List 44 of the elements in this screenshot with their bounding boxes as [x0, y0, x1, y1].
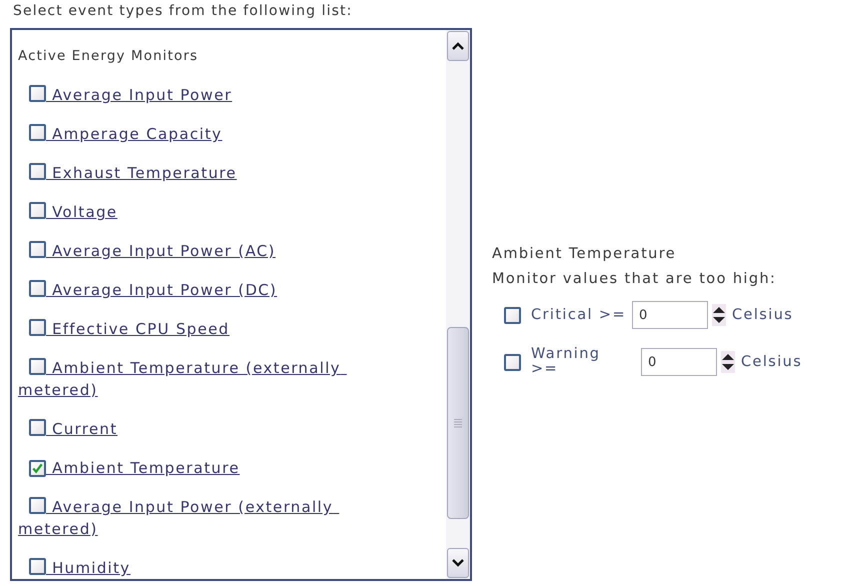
threshold-input[interactable]: 0	[632, 301, 708, 329]
caret-down-icon	[452, 559, 464, 567]
event-type-link[interactable]: Effective CPU Speed	[18, 318, 406, 340]
checkbox[interactable]	[29, 202, 46, 219]
event-type-link[interactable]: Average Input Power (AC)	[18, 240, 406, 262]
event-type-link[interactable]: Ambient Temperature	[18, 457, 406, 479]
scroll-up-button[interactable]	[447, 31, 469, 61]
threshold-label: Warning >=	[531, 347, 602, 377]
checkbox[interactable]	[29, 497, 46, 514]
spinner-icon[interactable]	[712, 304, 726, 326]
checkbox[interactable]	[29, 85, 46, 102]
group-heading: Active Energy Monitors	[18, 48, 200, 64]
checkbox[interactable]	[29, 163, 46, 180]
event-type-link[interactable]: Ambient Temperature (externally metered)	[18, 357, 406, 401]
checkbox[interactable]	[504, 354, 521, 370]
event-type-link[interactable]: Average Input Power (DC)	[18, 279, 406, 301]
detail-subtitle: Monitor values that are too high:	[492, 271, 778, 287]
detail-title: Ambient Temperature	[492, 246, 678, 262]
checkbox[interactable]	[29, 280, 46, 297]
checkbox[interactable]	[29, 358, 46, 375]
list-prompt: Select event types from the following list:	[12, 3, 354, 19]
checkbox[interactable]	[29, 419, 46, 436]
spinner-icon[interactable]	[721, 351, 735, 373]
threshold-label: Critical >=	[531, 307, 626, 323]
scroll-thumb[interactable]	[447, 327, 469, 519]
unit-label: Celsius	[741, 354, 802, 370]
event-type-link[interactable]: Average Input Power	[18, 84, 406, 106]
unit-label: Celsius	[732, 307, 794, 323]
event-type-link[interactable]: Current	[18, 418, 406, 440]
event-list-box[interactable]	[10, 28, 472, 581]
checkbox[interactable]	[29, 558, 46, 575]
checkbox[interactable]	[29, 124, 46, 141]
event-type-link[interactable]: Humidity	[18, 557, 406, 579]
threshold-input[interactable]: 0	[641, 348, 717, 376]
checkbox[interactable]	[29, 460, 46, 476]
event-type-link[interactable]: Amperage Capacity	[18, 123, 406, 145]
checkbox[interactable]	[29, 319, 46, 336]
event-type-link[interactable]: Voltage	[18, 201, 406, 223]
checkbox[interactable]	[504, 306, 521, 324]
checkbox[interactable]	[29, 241, 46, 258]
scroll-down-button[interactable]	[447, 548, 469, 578]
event-type-link[interactable]: Exhaust Temperature	[18, 162, 406, 184]
event-type-link[interactable]: Average Input Power (externally metered)	[18, 496, 406, 540]
caret-up-icon	[452, 42, 464, 50]
